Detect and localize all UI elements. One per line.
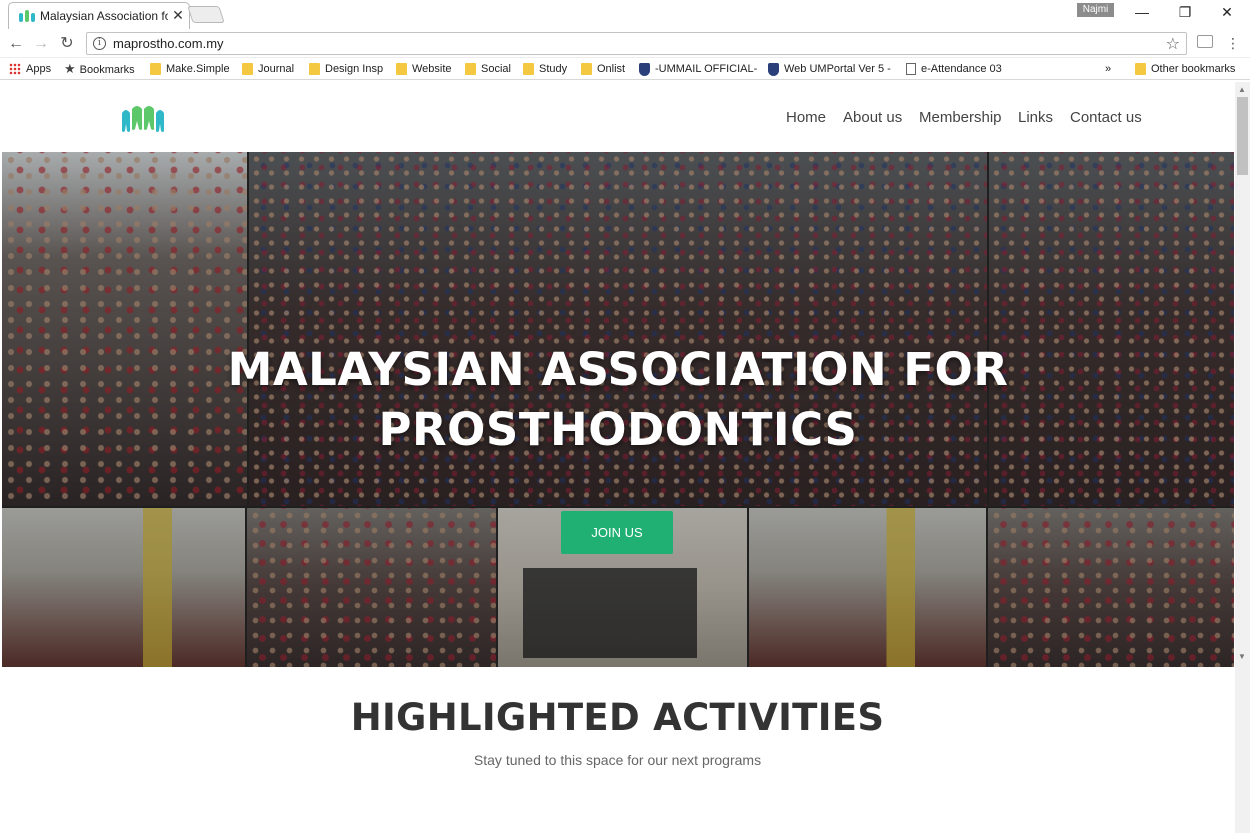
nav-contact-us[interactable]: Contact us xyxy=(1070,109,1142,126)
bookmark-bookmarks[interactable]: ★ Bookmarks xyxy=(64,61,135,77)
bookmarks-bar: Apps ★ Bookmarks Make.Simple Journal Desi… xyxy=(0,58,1250,80)
site-info-icon[interactable]: i xyxy=(93,37,106,50)
scrollbar-thumb[interactable] xyxy=(1237,97,1248,175)
maprostho-logo-icon[interactable] xyxy=(120,105,168,133)
bookmark-make-simple[interactable]: Make.Simple xyxy=(150,61,230,77)
close-window-button[interactable]: ✕ xyxy=(1207,2,1247,22)
restore-button[interactable]: ❐ xyxy=(1165,2,1205,22)
apps-grid-icon xyxy=(9,63,21,76)
folder-icon xyxy=(523,63,534,76)
bookmark-apps[interactable]: Apps xyxy=(9,61,51,77)
folder-icon xyxy=(581,63,592,76)
web-page: Home About us Membership Links Contact u… xyxy=(0,82,1250,833)
um-shield-icon xyxy=(768,62,779,76)
star-icon: ★ xyxy=(64,61,76,76)
browser-menu-icon[interactable]: ⋮ xyxy=(1226,34,1240,52)
bookmark-onlist[interactable]: Onlist xyxy=(581,61,625,77)
reload-icon[interactable]: ↻ xyxy=(56,33,78,55)
new-tab-button[interactable] xyxy=(187,6,225,23)
hero-title-line: PROSTHODONTICS xyxy=(378,403,858,456)
folder-icon xyxy=(309,63,320,76)
bookmark-other[interactable]: Other bookmarks xyxy=(1135,61,1235,77)
browser-tabstrip: Malaysian Association fo ✕ Najmi — ❐ ✕ xyxy=(0,0,1250,29)
folder-icon xyxy=(396,63,407,76)
bookmark-ummail[interactable]: -UMMAIL OFFICIAL- xyxy=(639,61,757,77)
hero-title-line: MALAYSIAN ASSOCIATION FOR xyxy=(227,343,1009,396)
hero-banner: MALAYSIAN ASSOCIATION FOR PROSTHODONTICS… xyxy=(2,152,1234,667)
tab-title: Malaysian Association fo xyxy=(40,9,168,23)
join-us-button[interactable]: JOIN US xyxy=(561,511,673,554)
nav-about-us[interactable]: About us xyxy=(843,109,902,126)
tab-close-icon[interactable]: ✕ xyxy=(171,7,185,24)
browser-tab-active[interactable]: Malaysian Association fo ✕ xyxy=(8,2,190,29)
nav-membership[interactable]: Membership xyxy=(919,109,1002,126)
bookmark-e-attendance[interactable]: e-Attendance 03 xyxy=(906,61,1002,77)
bookmark-star-icon[interactable]: ☆ xyxy=(1166,34,1180,54)
folder-icon xyxy=(1135,63,1146,76)
url-text: maprostho.com.my xyxy=(113,36,224,51)
bookmark-umportal[interactable]: Web UMPortal Ver 5 - xyxy=(768,61,891,77)
scroll-down-arrow-icon[interactable]: ▼ xyxy=(1238,652,1246,661)
bookmark-website[interactable]: Website xyxy=(396,61,452,77)
um-shield-icon xyxy=(639,62,650,76)
bookmark-journal[interactable]: Journal xyxy=(242,61,294,77)
cast-icon[interactable] xyxy=(1197,35,1213,48)
hero-title: MALAYSIAN ASSOCIATION FOR PROSTHODONTICS xyxy=(2,340,1234,460)
profile-badge[interactable]: Najmi xyxy=(1077,3,1114,17)
page-icon xyxy=(906,63,916,76)
page-scrollbar[interactable]: ▲ ▼ xyxy=(1235,82,1250,833)
site-favicon-icon xyxy=(19,10,35,22)
section-title: HIGHLIGHTED ACTIVITIES xyxy=(350,696,885,739)
address-bar[interactable]: i maprostho.com.my ☆ xyxy=(86,32,1187,55)
nav-home[interactable]: Home xyxy=(786,109,826,126)
minimize-button[interactable]: — xyxy=(1122,2,1162,22)
scroll-up-arrow-icon[interactable]: ▲ xyxy=(1238,85,1246,94)
folder-icon xyxy=(242,63,253,76)
back-arrow-icon[interactable]: ← xyxy=(5,33,27,55)
forward-arrow-icon[interactable]: → xyxy=(30,33,52,55)
browser-toolbar: ← → ↻ i maprostho.com.my ☆ ⋮ xyxy=(0,29,1250,58)
folder-icon xyxy=(150,63,161,76)
nav-links[interactable]: Links xyxy=(1018,109,1053,126)
bookmark-study[interactable]: Study xyxy=(523,61,567,77)
section-subtitle: Stay tuned to this space for our next pr… xyxy=(473,752,762,768)
bookmark-social[interactable]: Social xyxy=(465,61,511,77)
folder-icon xyxy=(465,63,476,76)
site-header: Home About us Membership Links Contact u… xyxy=(0,82,1235,152)
bookmark-design-insp[interactable]: Design Insp xyxy=(309,61,383,77)
bookmarks-overflow-button[interactable]: » xyxy=(1105,61,1111,77)
